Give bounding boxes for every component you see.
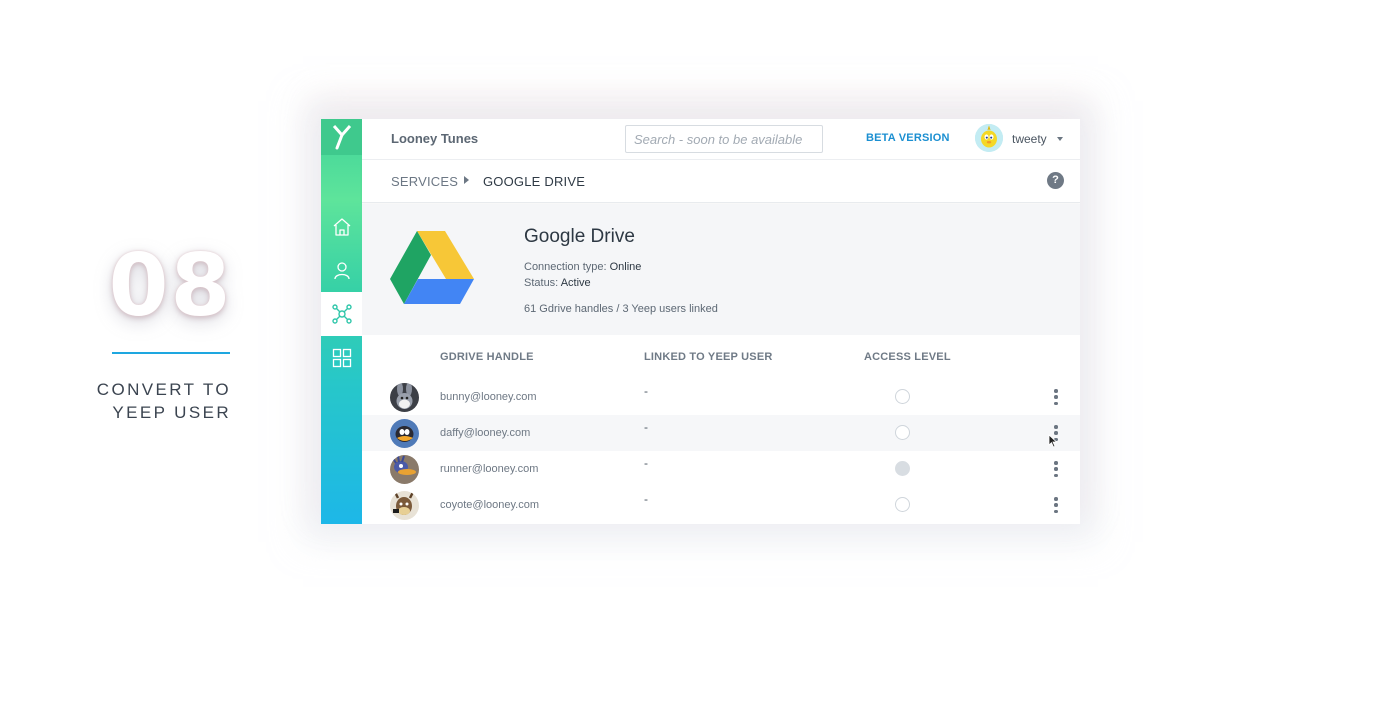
user-icon xyxy=(333,262,350,280)
step-caption: CONVERT TO YEEP USER xyxy=(60,378,231,424)
column-header-access[interactable]: ACCESS LEVEL xyxy=(864,351,951,363)
gdrive-handle: runner@looney.com xyxy=(440,463,539,475)
more-options-icon[interactable] xyxy=(1052,497,1060,513)
chevron-right-icon xyxy=(464,176,469,184)
gdrive-handle: bunny@looney.com xyxy=(440,391,537,403)
step-caption-line-1: CONVERT TO xyxy=(96,380,231,399)
mouse-cursor-icon xyxy=(1048,434,1058,448)
sidebar-item-home[interactable] xyxy=(321,205,362,249)
step-number: 08 xyxy=(108,236,233,336)
linked-yeep-user[interactable]: - xyxy=(644,420,648,434)
column-header-handle[interactable]: GDRIVE HANDLE xyxy=(440,351,534,363)
gdrive-handle: daffy@looney.com xyxy=(440,427,531,439)
help-icon[interactable]: ? xyxy=(1047,172,1064,189)
sidebar-item-services[interactable] xyxy=(321,292,362,336)
more-options-icon[interactable] xyxy=(1052,389,1060,405)
avatar xyxy=(390,383,419,412)
chevron-down-icon[interactable] xyxy=(1057,137,1063,141)
status-label: Status: xyxy=(524,277,559,289)
network-icon xyxy=(331,304,352,324)
more-options-icon[interactable] xyxy=(1052,461,1060,477)
username[interactable]: tweety xyxy=(1012,132,1047,146)
top-bar: Looney Tunes BETA VERSION tweety xyxy=(362,119,1080,160)
service-summary: Google Drive Connection type: Online Sta… xyxy=(362,204,1080,335)
table-row[interactable]: daffy@looney.com - xyxy=(362,415,1080,451)
avatar xyxy=(390,455,419,484)
yeep-logo-icon[interactable] xyxy=(321,119,362,155)
access-level-radio[interactable] xyxy=(895,389,910,404)
table-row[interactable]: bunny@looney.com - xyxy=(362,379,1080,415)
table-header: GDRIVE HANDLE LINKED TO YEEP USER ACCESS… xyxy=(362,335,1080,379)
search-input[interactable] xyxy=(625,125,823,153)
sidebar-item-apps[interactable] xyxy=(321,336,362,380)
linked-yeep-user[interactable]: - xyxy=(644,384,648,398)
linked-yeep-user[interactable]: - xyxy=(644,492,648,506)
access-level-radio[interactable] xyxy=(895,425,910,440)
table-row[interactable]: runner@looney.com - xyxy=(362,451,1080,487)
linked-summary: 61 Gdrive handles / 3 Yeep users linked xyxy=(524,303,718,315)
access-level-radio[interactable] xyxy=(895,497,910,512)
status-value: Active xyxy=(560,277,591,289)
access-level-radio[interactable] xyxy=(895,461,910,476)
connection-type-label: Connection type: xyxy=(524,261,607,273)
app-window: Looney Tunes BETA VERSION tweety SERVICE… xyxy=(321,119,1080,524)
breadcrumb-services[interactable]: SERVICES xyxy=(391,174,458,189)
beta-version-link[interactable]: BETA VERSION xyxy=(866,132,950,144)
service-title: Google Drive xyxy=(524,226,635,247)
avatar xyxy=(390,491,419,520)
gdrive-handle: coyote@looney.com xyxy=(440,499,540,511)
org-name: Looney Tunes xyxy=(391,131,479,146)
grid-icon xyxy=(332,348,351,368)
connection-type-value: Online xyxy=(609,261,642,273)
step-caption-line-2: YEEP USER xyxy=(112,403,231,422)
sidebar xyxy=(321,119,362,524)
step-divider xyxy=(112,352,230,354)
sidebar-item-users[interactable] xyxy=(321,248,362,292)
avatar[interactable] xyxy=(975,124,1003,152)
column-header-linked[interactable]: LINKED TO YEEP USER xyxy=(644,351,773,363)
home-icon xyxy=(333,218,350,236)
avatar xyxy=(390,419,419,448)
linked-yeep-user[interactable]: - xyxy=(644,456,648,470)
breadcrumb: SERVICES GOOGLE DRIVE ? xyxy=(362,160,1080,203)
breadcrumb-current: GOOGLE DRIVE xyxy=(483,174,586,189)
service-status: Status: Active xyxy=(524,277,591,289)
connection-type: Connection type: Online xyxy=(524,261,641,273)
google-drive-logo-icon xyxy=(390,231,474,310)
table-row[interactable]: coyote@looney.com - xyxy=(362,487,1080,523)
